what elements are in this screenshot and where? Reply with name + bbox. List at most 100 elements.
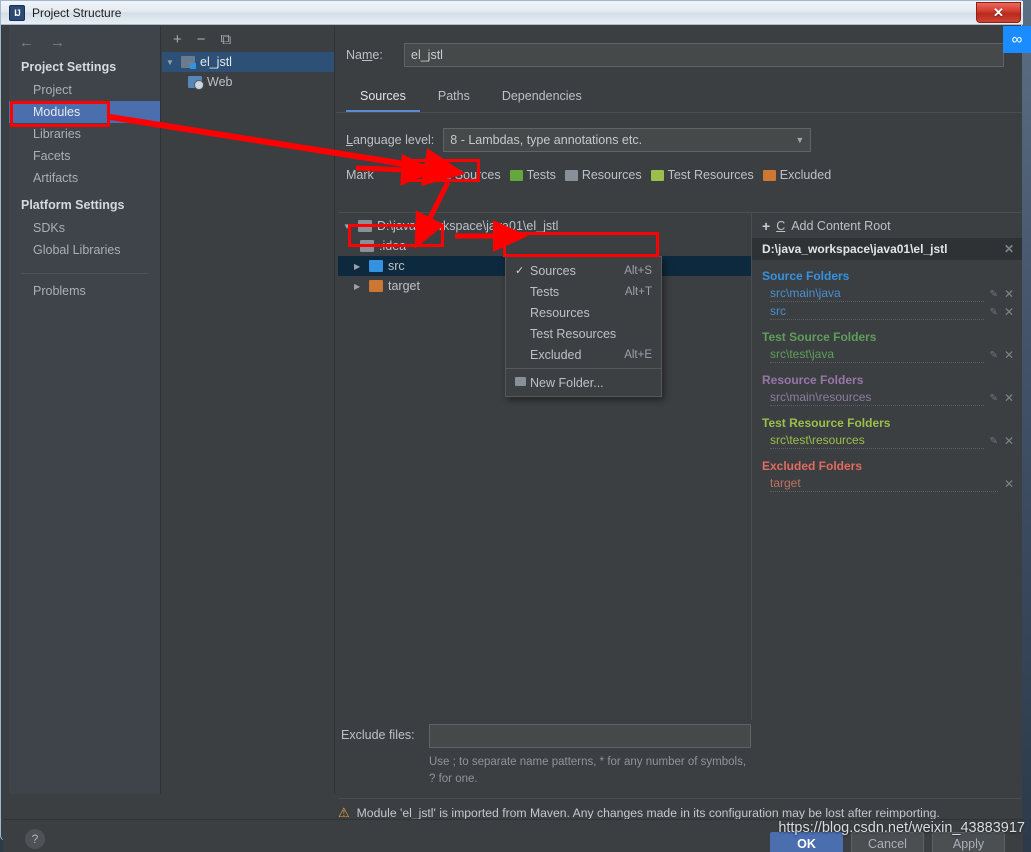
sidebar-item-project[interactable]: Project [9, 79, 160, 101]
screenshot-root: IJ Project Structure ✕ ← → Project Setti… [0, 0, 1031, 852]
chevron-down-icon[interactable]: ▼ [795, 135, 804, 145]
checkmark-icon: ✓ [515, 265, 525, 277]
module-list-toolbar: + − ⧉ [162, 26, 334, 52]
test-resource-folder-entry[interactable]: src\test\resources ✎ ✕ [752, 432, 1022, 450]
tab-paths[interactable]: Paths [424, 83, 484, 112]
sidebar-group-platform-settings: Platform Settings [21, 198, 125, 212]
resource-folder-entry[interactable]: src\main\resources ✎ ✕ [752, 389, 1022, 407]
exclude-files-input[interactable] [429, 724, 751, 748]
module-tree-row-web[interactable]: Web [162, 72, 334, 92]
mark-resources-label: Resources [581, 168, 642, 182]
mark-as-tests-button[interactable]: Tests [509, 168, 556, 182]
excluded-folder-entry[interactable]: target ✕ [752, 475, 1022, 493]
close-window-button[interactable]: ✕ [976, 2, 1021, 23]
edit-pencil-icon[interactable]: ✎ [990, 436, 998, 447]
remove-folder-icon[interactable]: ✕ [1004, 434, 1014, 448]
window-titlebar: IJ Project Structure ✕ [1, 1, 1023, 25]
intellij-logo-icon: IJ [9, 4, 25, 21]
context-item-label: Tests [530, 284, 560, 299]
edit-pencil-icon[interactable]: ✎ [990, 393, 998, 404]
exclude-files-row: Exclude files: Use ; to separate name pa… [338, 724, 752, 787]
sidebar-item-modules[interactable]: Modules [9, 101, 160, 123]
sidebar-item-problems[interactable]: Problems [9, 280, 160, 302]
expander-triangle-icon[interactable]: ▼ [166, 58, 176, 67]
remove-folder-icon[interactable]: ✕ [1004, 477, 1014, 491]
remove-module-icon[interactable]: − [197, 32, 206, 47]
context-menu-item-test-resources[interactable]: Test Resources [506, 323, 661, 344]
context-item-label: Resources [530, 305, 590, 320]
add-content-root-label: C [776, 219, 786, 233]
expander-triangle-icon[interactable]: ▶ [354, 262, 364, 271]
module-name-input[interactable] [404, 43, 1004, 67]
edit-pencil-icon[interactable]: ✎ [990, 307, 998, 318]
back-arrow-icon[interactable]: ← [19, 34, 34, 51]
mark-as-resources-button[interactable]: Resources [564, 168, 642, 182]
edit-pencil-icon[interactable]: ✎ [990, 289, 998, 300]
mark-toolbar: Mark Sources Tests Resources Test Resour… [336, 152, 1022, 182]
remove-folder-icon[interactable]: ✕ [1004, 348, 1014, 362]
mark-as-sources-button[interactable]: Sources [437, 168, 501, 182]
copy-module-icon[interactable]: ⧉ [221, 32, 232, 47]
language-level-value: 8 - Lambdas, type annotations etc. [450, 133, 643, 147]
watermark-text: https://blog.csdn.net/weixin_43883917 [778, 820, 1025, 836]
language-level-label: Language level: [346, 133, 435, 147]
folder-tree-row-idea[interactable]: .idea [338, 236, 751, 256]
folder-label: target [388, 279, 420, 293]
test-source-folder-entry[interactable]: src\test\java ✎ ✕ [752, 346, 1022, 364]
expander-triangle-icon[interactable]: ▶ [354, 282, 364, 291]
exclude-files-hint: Use ; to separate name patterns, * for a… [429, 756, 747, 785]
source-folder-entry[interactable]: src\main\java ✎ ✕ [752, 285, 1022, 303]
context-menu-item-sources[interactable]: ✓ Sources Alt+S [506, 260, 661, 281]
forward-arrow-icon[interactable]: → [50, 34, 65, 51]
context-menu-item-resources[interactable]: Resources [506, 302, 661, 323]
language-level-select[interactable]: 8 - Lambdas, type annotations etc. ▼ [443, 128, 812, 152]
content-root-header[interactable]: D:\java_workspace\java01\el_jstl ✕ [752, 238, 1022, 260]
add-module-icon[interactable]: + [173, 32, 182, 47]
sidebar-item-artifacts[interactable]: Artifacts [9, 167, 160, 189]
sidebar-item-facets[interactable]: Facets [9, 145, 160, 167]
folder-label: .idea [379, 239, 407, 253]
context-item-accel: Alt+S [624, 264, 652, 277]
maven-warning-text: Module 'el_jstl' is imported from Maven.… [356, 806, 940, 820]
module-tree-row-el-jstl[interactable]: ▼ el_jstl [162, 52, 334, 72]
folder-path: src\test\java [770, 347, 984, 363]
csdn-badge-icon[interactable]: ∞ [1003, 26, 1031, 53]
folder-icon [360, 240, 374, 252]
help-button[interactable]: ? [25, 829, 45, 849]
excluded-folder-icon [369, 280, 383, 292]
dialog-body: ← → Project Settings Project Modules Lib… [2, 26, 1023, 852]
window-title: Project Structure [32, 5, 122, 20]
source-folders-heading: Source Folders [762, 269, 850, 283]
context-menu-item-new-folder[interactable]: New Folder... [506, 372, 661, 393]
remove-content-root-icon[interactable]: ✕ [1004, 242, 1014, 256]
tab-sources[interactable]: Sources [346, 83, 420, 112]
web-facet-icon [188, 76, 204, 90]
expander-triangle-icon[interactable]: ▼ [343, 222, 353, 231]
remove-folder-icon[interactable]: ✕ [1004, 391, 1014, 405]
language-level-row: Language level: 8 - Lambdas, type annota… [336, 113, 1022, 152]
remove-folder-icon[interactable]: ✕ [1004, 287, 1014, 301]
sidebar-item-sdks[interactable]: SDKs [9, 217, 160, 239]
add-content-root-text: Add Content Root [791, 219, 891, 233]
test-resources-folder-icon [650, 169, 664, 181]
remove-folder-icon[interactable]: ✕ [1004, 305, 1014, 319]
resource-folders-heading: Resource Folders [762, 373, 864, 387]
mark-as-excluded-button[interactable]: Excluded [762, 168, 832, 182]
folder-tree-row-content-root[interactable]: ▼ D:\java_workspace\java01\el_jstl [338, 216, 751, 236]
source-folder-entry[interactable]: src ✎ ✕ [752, 303, 1022, 321]
sources-folder-icon [437, 169, 451, 181]
module-label: el_jstl [200, 55, 232, 69]
sidebar-item-libraries[interactable]: Libraries [9, 123, 160, 145]
tests-folder-icon [509, 169, 523, 181]
mark-as-test-resources-button[interactable]: Test Resources [650, 168, 754, 182]
context-menu-separator [506, 368, 661, 369]
add-content-root-button[interactable]: + C Add Content Root [752, 216, 1022, 238]
sidebar-item-global-libraries[interactable]: Global Libraries [9, 239, 160, 261]
module-icon [181, 56, 196, 69]
mark-folder-context-menu[interactable]: ✓ Sources Alt+S Tests Alt+T Resources Te… [505, 256, 662, 397]
context-menu-item-excluded[interactable]: Excluded Alt+E [506, 344, 661, 365]
edit-pencil-icon[interactable]: ✎ [990, 350, 998, 361]
mark-excluded-label: Excluded [779, 168, 832, 182]
tab-dependencies[interactable]: Dependencies [488, 83, 596, 112]
context-menu-item-tests[interactable]: Tests Alt+T [506, 281, 661, 302]
